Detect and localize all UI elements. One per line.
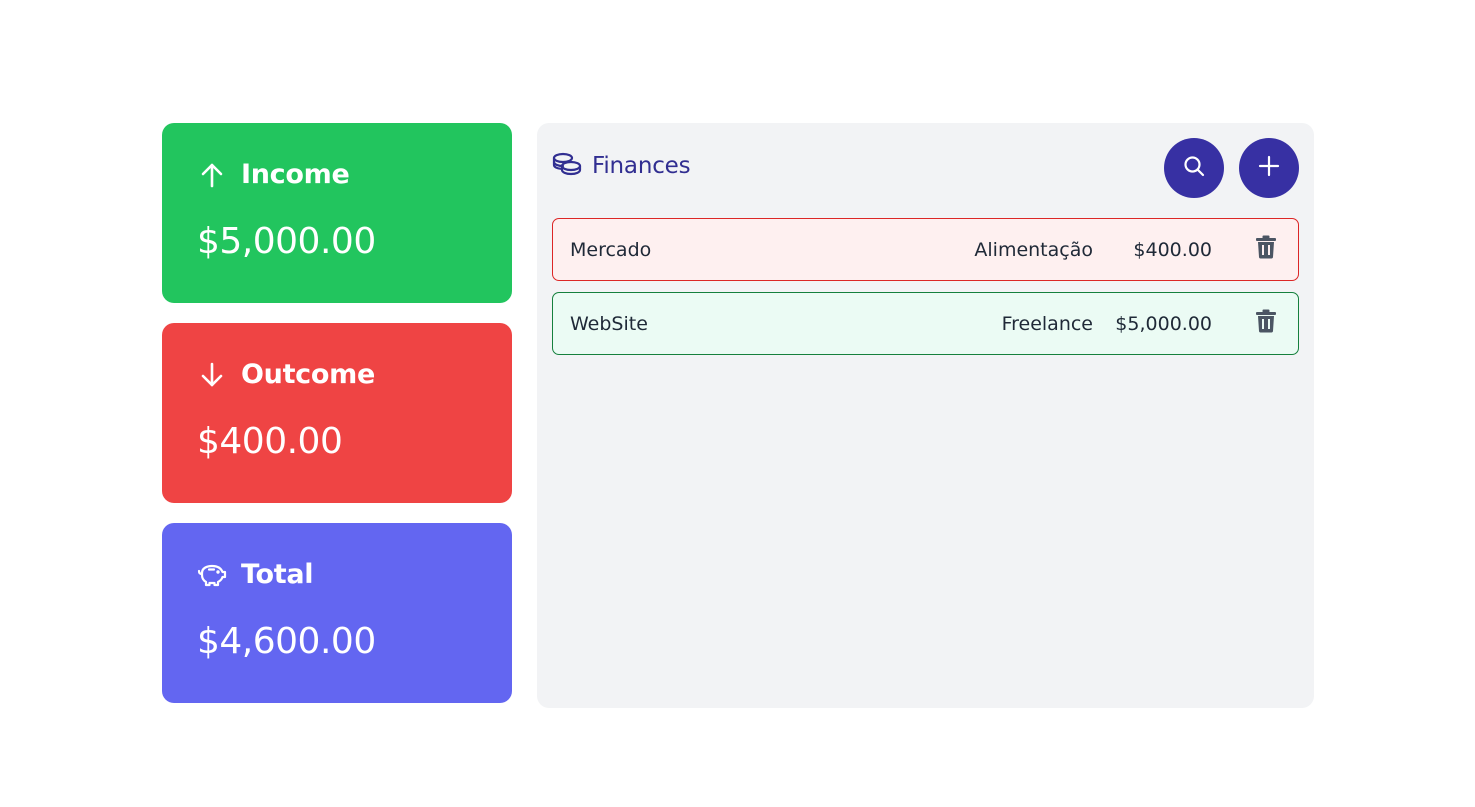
total-card: Total $4,600.00 xyxy=(162,523,512,703)
trash-icon xyxy=(1255,309,1277,338)
income-card-header: Income xyxy=(197,159,350,190)
transaction-amount: $5,000.00 xyxy=(1115,312,1212,335)
outcome-card: Outcome $400.00 xyxy=(162,323,512,503)
transaction-category: Alimentação xyxy=(974,238,1093,261)
transaction-list: Mercado Alimentação $400.00 WebSite Free… xyxy=(552,218,1299,366)
transaction-name: Mercado xyxy=(570,238,652,261)
finance-app: Income $5,000.00 Outcome $400.00 Total $… xyxy=(162,123,1314,708)
plus-icon xyxy=(1258,155,1280,181)
outcome-card-value: $400.00 xyxy=(197,421,343,462)
total-card-value: $4,600.00 xyxy=(197,621,376,662)
delete-transaction-button[interactable] xyxy=(1253,235,1279,264)
piggy-bank-icon xyxy=(197,560,227,590)
arrow-down-icon xyxy=(197,360,227,390)
income-card-value: $5,000.00 xyxy=(197,221,376,262)
add-transaction-button[interactable] xyxy=(1239,138,1299,198)
trash-icon xyxy=(1255,235,1277,264)
transaction-row: Mercado Alimentação $400.00 xyxy=(552,218,1299,281)
finances-panel: Finances Mercado Alimentação $400.00 Web… xyxy=(537,123,1314,708)
finances-title: Finances xyxy=(592,153,691,179)
arrow-up-icon xyxy=(197,160,227,190)
total-card-header: Total xyxy=(197,559,314,590)
transaction-category: Freelance xyxy=(1001,312,1093,335)
income-card-title: Income xyxy=(241,159,350,190)
outcome-card-title: Outcome xyxy=(241,359,375,390)
delete-transaction-button[interactable] xyxy=(1253,309,1279,338)
transaction-row: WebSite Freelance $5,000.00 xyxy=(552,292,1299,355)
transaction-name: WebSite xyxy=(570,312,648,335)
search-icon xyxy=(1183,155,1205,181)
income-card: Income $5,000.00 xyxy=(162,123,512,303)
search-button[interactable] xyxy=(1164,138,1224,198)
total-card-title: Total xyxy=(241,559,314,590)
transaction-amount: $400.00 xyxy=(1133,238,1212,261)
finances-header: Finances xyxy=(552,151,691,181)
outcome-card-header: Outcome xyxy=(197,359,375,390)
coins-icon xyxy=(552,151,582,181)
